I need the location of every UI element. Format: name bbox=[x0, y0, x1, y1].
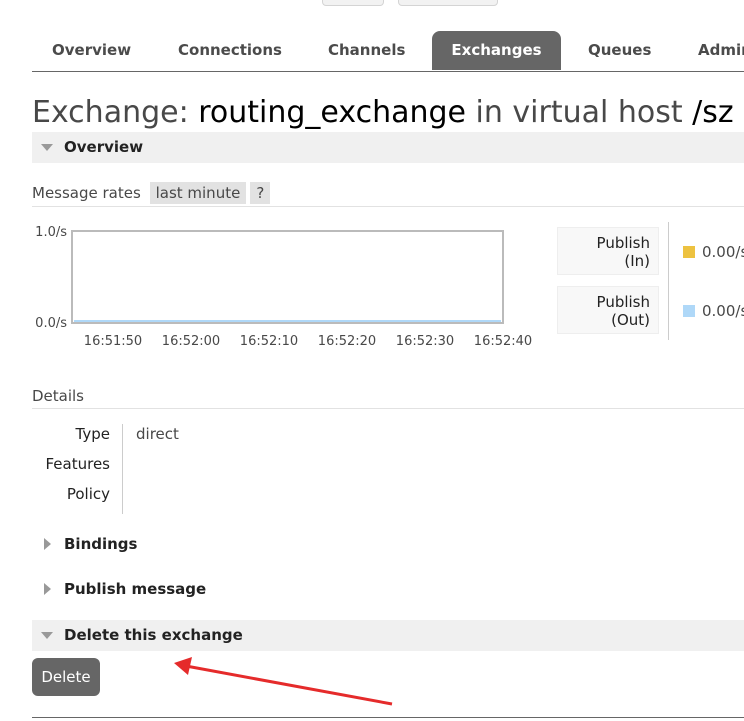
annotation-arrow-icon bbox=[174, 657, 393, 706]
